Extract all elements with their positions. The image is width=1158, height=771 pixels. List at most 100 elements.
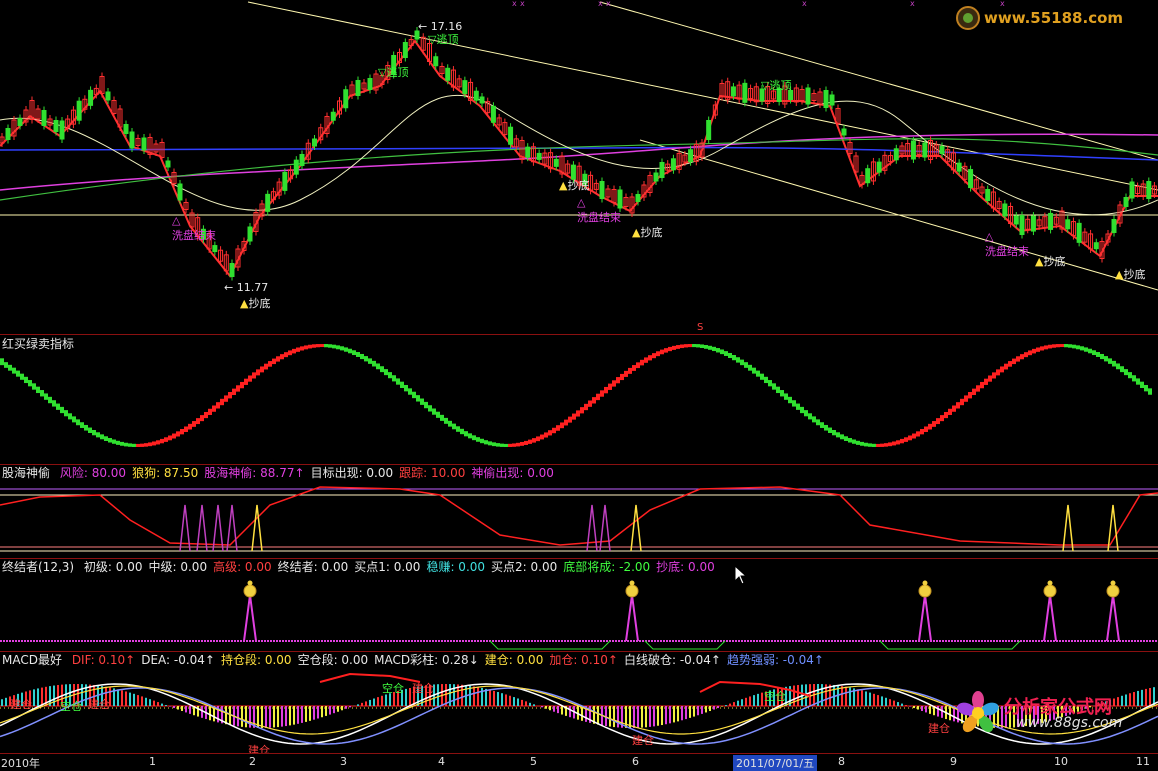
indicator-bar [892,441,896,446]
bottom-buy-label: ▲抄底 [1035,255,1066,268]
indicator-bar [512,443,516,447]
candle-body [1093,242,1099,250]
candle-body [53,120,59,132]
sell-marker: S [697,322,704,333]
indicator-bar [732,355,736,361]
indicator-bar [432,408,436,415]
indicator-bar [80,422,84,428]
axis-label: 6 [632,755,639,768]
indicator-bar [980,381,984,389]
indicator-bar [1128,372,1132,379]
indicator-bar [792,400,796,407]
bottom-buy-label: ▲抄底 [559,179,590,192]
indicator-bar [132,443,136,447]
indicator-bar [676,345,680,349]
indicator-bar [496,443,500,447]
candle-body [433,56,439,67]
indicator-bar [516,442,520,447]
indicator-bar [932,421,936,427]
indicator-bar [236,385,240,392]
indicator-bar [228,392,232,399]
indicator-bar [1056,344,1060,348]
candle-body [688,149,694,163]
indicator-bar [680,344,684,349]
buy-spike [243,594,257,642]
indicator-bar [716,348,720,353]
macd-panel[interactable]: MACD最好 DIF: 0.10↑ DEA: -0.04↑ 持仓段: 0.00 空仓段… [0,652,1158,757]
terminator-panel[interactable]: 终结者(12,3) 初级: 0.00 中级: 0.00 高级: 0.00 终结者: 0… [0,559,1158,651]
indicator-bar [376,363,380,370]
indicator-bar [556,425,560,431]
indicator-bar [592,397,596,404]
indicator-bar [160,438,164,444]
mouse-cursor-icon [734,565,748,585]
bottom-buy-label: ▲抄底 [1115,268,1146,281]
indicator-bar [64,410,68,417]
indicator-bar [880,443,884,447]
indicator-bar [1060,344,1064,348]
indicator-bar [416,395,420,402]
indicator-bar [252,372,256,379]
site-logo[interactable]: www.55188.com [954,5,1150,31]
indicator-bar [404,384,408,392]
time-axis[interactable]: 2010年 1 2 3 4 5 6 2011/07/01/五 8 9 10 11 [0,753,1158,771]
indicator-bar [280,354,284,360]
indicator-bar [216,402,220,409]
axis-label: 10 [1054,755,1068,768]
indicator-bar [596,393,600,401]
risk-spike [599,504,611,552]
escape-top-label: ▽逃顶 [761,79,792,92]
indicator-bar [4,362,8,368]
indicator-bar [84,424,88,431]
candle-body [312,138,317,147]
indicator-bar [324,344,328,348]
indicator-bar [876,443,880,447]
indicator-bar [828,427,832,434]
buy-spike [1106,594,1120,642]
indicator-bar [320,344,324,348]
indicator-bar [188,423,192,430]
candle-body [88,89,94,106]
indicator-bar [728,352,732,359]
candle-body [968,169,974,189]
indicator-bar [364,356,368,362]
indicator-bar [20,373,24,380]
indicator-bar [348,348,352,354]
indicator-bar [684,344,688,348]
indicator-bar [908,435,912,441]
indicator-bar [744,362,748,368]
indicator-bar [492,442,496,447]
candle-body [653,172,659,182]
red-buy-green-sell-panel[interactable]: 红买绿卖指标 [0,335,1158,464]
indicator-bar [1044,345,1048,350]
indicator-bar [696,344,700,348]
indicator-bar [108,437,112,443]
indicator-bar [896,440,900,445]
macd-annotation: 建仓 [412,682,434,695]
macd-annotation: 建仓 [632,734,654,747]
indicator-bar [1108,358,1112,364]
indicator-bar [480,438,484,444]
indicator-bar [764,376,768,384]
price-panel[interactable]: xxxxxxx ← 17.16 ← 11.77 ▽逃顶 ▽逃顶 ▽逃顶 △ 洗盘结… [0,0,1158,334]
watermark-url: www.88gs.com [1016,715,1123,731]
indicator-bar [368,358,372,364]
indicator-bar [268,361,272,367]
indicator-bar [380,366,384,373]
indicator-bar [444,417,448,424]
candle-body [508,126,514,145]
indicator-bar [248,375,252,382]
indicator-bar [1084,347,1088,352]
candle-body [939,146,945,154]
indicator-bar [208,408,212,415]
indicator-bar [528,439,532,444]
candle-body [265,193,271,212]
guhai-shentou-panel[interactable]: 股海神偷 风险: 80.00 狼狗: 87.50 股海神偷: 88.77↑ 目标出现:… [0,465,1158,558]
indicator-bar [396,378,400,385]
indicator-bar [780,390,784,397]
panel3-chart [0,486,1158,552]
indicator-bar [568,416,572,423]
macd-annotation: 建仓 [928,722,950,735]
indicator-bar [40,390,44,397]
indicator-bar [580,407,584,414]
